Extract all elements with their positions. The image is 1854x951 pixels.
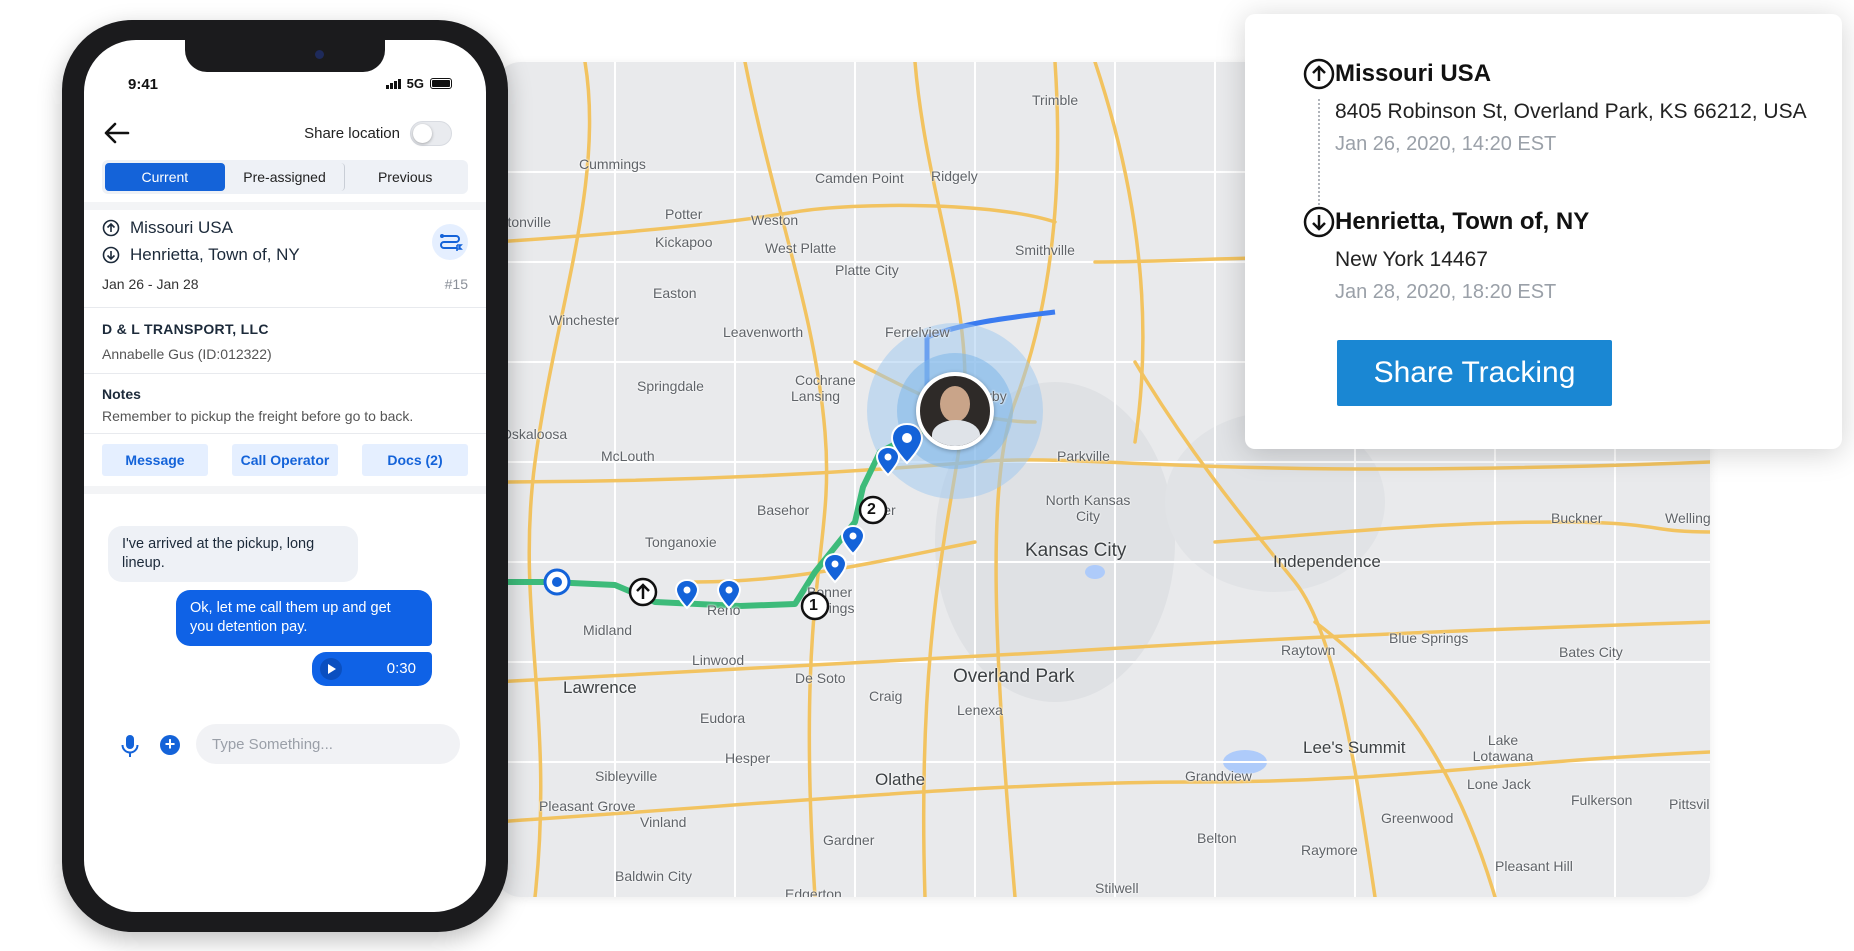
dropoff-title: Henrietta, Town of, NY <box>1335 208 1590 235</box>
stop-pin-icon[interactable] <box>716 578 742 610</box>
pickup-title: Missouri USA <box>1335 60 1492 87</box>
divider <box>84 486 486 494</box>
notes-heading: Notes <box>102 386 141 402</box>
phone-notch <box>185 40 385 72</box>
share-location-toggle[interactable] <box>410 121 452 146</box>
dropoff-row: Henrietta, Town of, NY <box>102 245 300 265</box>
pickup-address: 8405 Robinson St, Overland Park, KS 6621… <box>1335 100 1807 123</box>
tab-pre-assigned[interactable]: Pre-assigned <box>225 163 346 191</box>
pickup-location: Missouri USA <box>130 218 233 237</box>
route-stop-1-label: 1 <box>809 597 818 614</box>
driver-name: Annabelle Gus (ID:012322) <box>102 346 272 362</box>
play-icon[interactable] <box>320 658 342 680</box>
screen-header: Share location <box>84 118 486 148</box>
divider <box>84 433 486 434</box>
back-arrow-icon[interactable] <box>102 120 132 146</box>
tab-current[interactable]: Current <box>105 163 225 191</box>
load-tabs: Current Pre-assigned Previous <box>102 160 468 194</box>
pickup-arrow-icon <box>102 219 120 237</box>
route-stop-2-label: 2 <box>867 501 876 518</box>
dropoff-time: Jan 28, 2020, 18:20 EST <box>1335 281 1557 303</box>
message-composer: + <box>84 722 486 774</box>
route-details-button[interactable] <box>432 224 468 260</box>
pickup-time: Jan 26, 2020, 14:20 EST <box>1335 133 1557 155</box>
call-operator-button[interactable]: Call Operator <box>232 444 338 476</box>
load-number: #15 <box>444 276 468 292</box>
battery-icon <box>430 78 452 89</box>
microphone-icon[interactable] <box>120 734 140 758</box>
tab-previous[interactable]: Previous <box>345 163 465 191</box>
phone-screen: 9:41 5G Share location Current Pre-assig… <box>84 40 486 912</box>
divider <box>84 202 486 210</box>
incoming-message: I've arrived at the pickup, long lineup. <box>108 526 358 582</box>
stop-pin-icon[interactable] <box>674 578 700 610</box>
stop-pin-icon[interactable] <box>822 552 848 584</box>
shipment-details-card: Missouri USA 8405 Robinson St, Overland … <box>1245 14 1842 449</box>
route-icon <box>440 234 463 251</box>
voice-message[interactable]: 0:30 <box>312 652 432 686</box>
signal-icon <box>385 78 401 89</box>
driver-avatar[interactable] <box>916 372 994 450</box>
stop-pin-icon[interactable] <box>875 445 901 477</box>
docs-button[interactable]: Docs (2) <box>362 444 468 476</box>
stop-pin-icon[interactable] <box>840 524 866 556</box>
outgoing-message: Ok, let me call them up and get you dete… <box>176 590 432 646</box>
divider <box>84 307 486 308</box>
dropoff-location: Henrietta, Town of, NY <box>130 245 300 264</box>
composition: Trimble Cummings Camden Point Ridgely Po… <box>0 0 1854 951</box>
carrier-company: D & L TRANSPORT, LLC <box>102 321 269 337</box>
status-indicators: 5G <box>385 76 452 91</box>
status-time: 9:41 <box>128 76 159 93</box>
network-label: 5G <box>406 76 424 91</box>
dropoff-arrow-icon <box>1303 206 1335 238</box>
route-connector <box>1318 99 1320 205</box>
notes-text: Remember to pickup the freight before go… <box>102 408 414 424</box>
message-button[interactable]: Message <box>102 444 208 476</box>
voice-duration: 0:30 <box>386 660 416 677</box>
load-summary-card[interactable]: Missouri USA Henrietta, Town of, NY Jan … <box>102 216 468 306</box>
dropoff-arrow-icon <box>102 246 120 264</box>
pickup-row: Missouri USA <box>102 218 233 238</box>
add-attachment-icon[interactable]: + <box>160 735 180 755</box>
phone-mockup: 9:41 5G Share location Current Pre-assig… <box>62 20 508 932</box>
divider <box>84 373 486 374</box>
share-tracking-button[interactable]: Share Tracking <box>1337 340 1612 406</box>
pickup-marker-icon[interactable] <box>628 577 658 607</box>
pickup-arrow-icon <box>1303 58 1335 90</box>
dropoff-address: New York 14467 <box>1335 248 1488 271</box>
message-input[interactable] <box>196 724 460 764</box>
share-location-label: Share location <box>304 125 400 142</box>
load-dates: Jan 26 - Jan 28 <box>102 276 199 292</box>
